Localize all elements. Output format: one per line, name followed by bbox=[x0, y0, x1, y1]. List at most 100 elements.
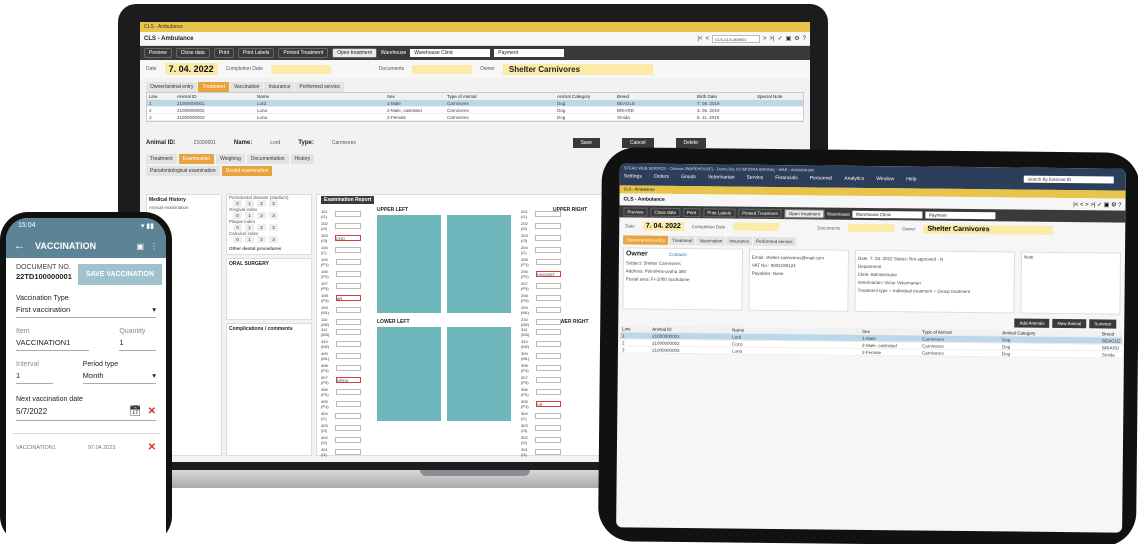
owner-postal[interactable]: Postal area: Fr-1000 Suchdome bbox=[626, 276, 740, 282]
tooth-input[interactable] bbox=[534, 449, 561, 455]
column-header[interactable]: Sex bbox=[387, 93, 447, 99]
open-treatment-button[interactable]: Open treatment bbox=[332, 48, 377, 58]
warehouse-select[interactable]: Warehouse Clinic bbox=[852, 210, 923, 219]
column-header[interactable]: Line bbox=[149, 93, 177, 99]
tooth-input[interactable] bbox=[534, 223, 561, 229]
tab-examination[interactable]: Examination bbox=[178, 154, 215, 164]
tooth-input[interactable] bbox=[334, 223, 361, 229]
prev-record-icon[interactable]: < bbox=[705, 36, 709, 42]
tooth-input[interactable] bbox=[336, 341, 361, 347]
tab-dental-examination[interactable]: Dental examination bbox=[221, 166, 273, 176]
tooth-input[interactable] bbox=[336, 353, 361, 359]
note-box[interactable]: Note bbox=[1020, 251, 1122, 315]
close-data-button[interactable]: Close data bbox=[175, 48, 210, 58]
status-value[interactable]: Not approved - N bbox=[909, 256, 943, 261]
menu-window[interactable]: Window bbox=[876, 176, 894, 182]
gingival-scale[interactable]: 0123 bbox=[227, 212, 311, 219]
tooth-input[interactable] bbox=[335, 329, 361, 335]
contacts-link[interactable]: Contacts bbox=[669, 252, 687, 257]
warehouse-select[interactable]: Warehouse Clinic bbox=[410, 49, 491, 57]
menu-service[interactable]: Service bbox=[747, 175, 764, 181]
tab-owner-animal[interactable]: Owner/animal entry bbox=[623, 235, 669, 245]
tooth-input[interactable] bbox=[535, 377, 561, 383]
owner-field[interactable]: Shelter Carnivores bbox=[923, 224, 1054, 235]
tooth-input[interactable]: GROX bbox=[335, 377, 361, 383]
tablet-record-navigation[interactable]: |< < > >| ✓ ▣ ⚙ ? bbox=[1073, 201, 1121, 209]
menu-veterinarian[interactable]: Veterinarian bbox=[708, 174, 735, 180]
date-field[interactable]: 7. 04. 2022 bbox=[164, 63, 218, 75]
column-header[interactable]: Breed bbox=[617, 93, 697, 99]
tooth-input[interactable] bbox=[334, 449, 361, 455]
tooth-input[interactable] bbox=[336, 307, 361, 313]
tooth-input[interactable] bbox=[334, 211, 361, 217]
tab-insurance[interactable]: Insurance bbox=[726, 236, 753, 246]
settings-icon[interactable]: ⚙ bbox=[794, 35, 799, 42]
interval-input[interactable]: 1 bbox=[16, 368, 53, 384]
column-header[interactable]: Animal Category bbox=[557, 93, 617, 99]
tooth-input[interactable] bbox=[535, 259, 561, 265]
summar-button[interactable]: Summar bbox=[1089, 319, 1117, 329]
tab-vaccination[interactable]: Vaccination bbox=[696, 236, 726, 246]
close-data-button[interactable]: Close data bbox=[650, 207, 680, 217]
tooth-input[interactable] bbox=[534, 437, 561, 443]
date2-value[interactable]: 7. 04. 2022 bbox=[870, 256, 893, 261]
periodontal-scale[interactable]: 0123 bbox=[227, 200, 311, 207]
tooth-input[interactable]: CHO bbox=[334, 235, 361, 241]
tooth-input[interactable] bbox=[535, 389, 561, 395]
date-field[interactable]: 7. 04. 2022 bbox=[642, 221, 684, 231]
lower-right-teeth-diagram[interactable] bbox=[447, 327, 511, 421]
tooth-input[interactable] bbox=[536, 353, 561, 359]
save-vaccination-button[interactable]: SAVE VACCINATION bbox=[77, 264, 162, 285]
completion-field[interactable] bbox=[733, 222, 780, 232]
tab-insurance[interactable]: Insurance bbox=[264, 82, 295, 92]
tooth-input[interactable] bbox=[534, 235, 561, 241]
printed-treatment-button[interactable]: Printed Treatment bbox=[278, 48, 329, 58]
preview-button[interactable]: Preview bbox=[623, 206, 648, 217]
next-vaccination-input[interactable]: 5/7/2022 📅︎ ✕ bbox=[16, 403, 156, 421]
tooth-input[interactable] bbox=[536, 307, 561, 313]
menu-financials[interactable]: Financials bbox=[775, 175, 798, 181]
payment-select[interactable]: Payment bbox=[925, 211, 996, 219]
tooth-input[interactable] bbox=[535, 365, 561, 371]
tab-performed-service[interactable]: Performed service bbox=[295, 82, 344, 92]
table-row[interactable]: 2 21000000002 Luna 2-Male, castrated Car… bbox=[147, 107, 803, 114]
tab-treatment[interactable]: Treatment bbox=[669, 235, 696, 246]
tab-parodontological[interactable]: Parodontological examination bbox=[146, 166, 220, 176]
tooth-input[interactable] bbox=[335, 259, 361, 265]
clerk-value[interactable]: Administrator bbox=[871, 272, 898, 277]
owner-field[interactable]: Shelter Carnivores bbox=[502, 63, 653, 75]
menu-personnel[interactable]: Personnel bbox=[810, 175, 833, 181]
tooth-input[interactable] bbox=[334, 437, 361, 443]
completion-field[interactable] bbox=[270, 64, 331, 74]
first-record-icon[interactable]: |< bbox=[697, 36, 702, 42]
tablet-search-input[interactable]: search By External ID bbox=[1023, 175, 1114, 184]
tooth-input[interactable] bbox=[335, 389, 361, 395]
column-header[interactable]: Type of Animal bbox=[447, 93, 557, 99]
save-button[interactable]: Save bbox=[572, 138, 600, 148]
tooth-input[interactable] bbox=[335, 401, 361, 407]
tab-weighing[interactable]: Weighing bbox=[216, 154, 245, 164]
delete-button[interactable]: Delete bbox=[675, 138, 706, 148]
period-type-select[interactable]: Month ▾ bbox=[82, 368, 156, 384]
vat-value[interactable]: 9002199124 bbox=[771, 263, 796, 268]
tooth-input[interactable]: CR bbox=[535, 401, 561, 407]
column-header[interactable]: Name bbox=[257, 93, 387, 99]
help-icon[interactable]: ? bbox=[803, 36, 806, 42]
next-record-icon[interactable]: > bbox=[763, 36, 767, 42]
tooth-input[interactable] bbox=[534, 247, 561, 253]
tab-treatment-sub[interactable]: Treatment bbox=[146, 154, 177, 164]
open-treatment-button[interactable]: Open treatment bbox=[784, 208, 825, 219]
tooth-input[interactable] bbox=[334, 425, 361, 431]
clear-date-icon[interactable]: ✕ bbox=[148, 406, 156, 417]
new-animal-button[interactable]: New Animal bbox=[1052, 318, 1087, 329]
tooth-input[interactable] bbox=[535, 295, 561, 301]
quantity-input[interactable]: 1 bbox=[119, 335, 156, 351]
save-icon[interactable]: ▣ bbox=[136, 242, 144, 251]
print-button[interactable]: Print bbox=[213, 48, 234, 58]
medical-history-text[interactable]: Annual examination bbox=[147, 205, 221, 210]
add-animals-button[interactable]: Add Animals bbox=[1014, 318, 1050, 328]
confirm-icon[interactable]: ✓ bbox=[778, 35, 783, 42]
menu-orders[interactable]: Orders bbox=[654, 174, 669, 180]
menu-goods[interactable]: Goods bbox=[681, 174, 696, 180]
preview-button[interactable]: Preview bbox=[144, 48, 172, 58]
